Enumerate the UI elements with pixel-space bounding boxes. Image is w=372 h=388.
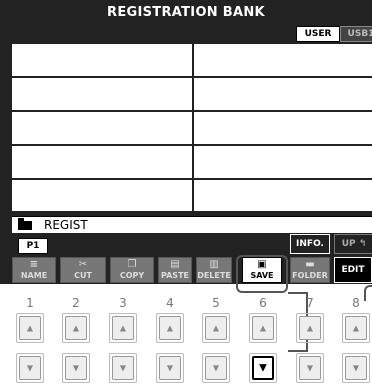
edit-button[interactable]: EDIT	[334, 257, 372, 283]
edit-button-label: EDIT	[341, 265, 365, 275]
cut-button-label: CUT	[74, 271, 92, 280]
path-bar: REGIST	[12, 216, 372, 233]
panel-number-3: 3	[119, 296, 127, 310]
lcd-screen: REGISTRATION BANK USER USB1 REGIST P1 IN…	[0, 0, 372, 284]
delete-button[interactable]: ▥ DELETE	[196, 257, 232, 283]
button-1-up[interactable]: ▲	[19, 316, 41, 340]
panel-number-4: 4	[166, 296, 174, 310]
cut-button[interactable]: ✂ CUT	[60, 257, 106, 283]
scissors-icon: ✂	[78, 259, 88, 270]
page-tab-p1[interactable]: P1	[18, 238, 48, 254]
panel-number-1: 1	[26, 296, 34, 310]
triangle-down-icon: ▼	[259, 362, 267, 374]
panel-number-2: 2	[72, 296, 80, 310]
copy-button[interactable]: ❐ COPY	[110, 257, 154, 283]
triangle-up-icon: ▲	[119, 323, 127, 333]
triangle-up-icon: ▲	[352, 323, 360, 333]
triangle-down-icon: ▼	[212, 363, 220, 373]
delete-icon: ▥	[209, 259, 219, 270]
button-6-down[interactable]: ▼	[252, 356, 274, 380]
button-6-up[interactable]: ▲	[252, 316, 274, 340]
button-7-down[interactable]: ▼	[299, 356, 321, 380]
paste-button[interactable]: ▤ PASTE	[158, 257, 192, 283]
button-4-down[interactable]: ▼	[159, 356, 181, 380]
column-divider	[192, 44, 194, 211]
triangle-up-icon: ▲	[306, 323, 314, 333]
button-3-up[interactable]: ▲	[112, 316, 134, 340]
folder-button-label: FOLDER	[292, 271, 328, 280]
file-list	[12, 44, 372, 211]
name-button-label: NAME	[20, 271, 48, 280]
panel-number-5: 5	[212, 296, 220, 310]
button-5-up[interactable]: ▲	[205, 316, 227, 340]
button-8-down[interactable]: ▼	[345, 356, 367, 380]
up-button-label: UP	[341, 239, 356, 249]
folder-icon: ▬	[305, 259, 315, 270]
delete-button-label: DELETE	[197, 271, 231, 280]
triangle-up-icon: ▲	[26, 323, 34, 333]
button-3-down[interactable]: ▼	[112, 356, 134, 380]
callout-connector	[288, 292, 308, 294]
button-8-up[interactable]: ▲	[345, 316, 367, 340]
panel-number-8: 8	[352, 296, 360, 310]
info-button[interactable]: INFO.	[290, 234, 330, 254]
triangle-down-icon: ▼	[306, 363, 314, 373]
button-2-up[interactable]: ▲	[65, 316, 87, 340]
triangle-down-icon: ▼	[26, 363, 34, 373]
screen-title: REGISTRATION BANK	[107, 5, 265, 20]
callout-connector	[288, 350, 308, 352]
triangle-up-icon: ▲	[212, 323, 220, 333]
tab-user[interactable]: USER	[296, 26, 340, 42]
up-button[interactable]: UP ↰	[334, 234, 372, 254]
name-button[interactable]: ≡ NAME	[12, 257, 56, 283]
folder-button[interactable]: ▬ FOLDER	[290, 257, 330, 283]
paste-button-label: PASTE	[160, 271, 189, 280]
button-7-up[interactable]: ▲	[299, 316, 321, 340]
triangle-down-icon: ▼	[166, 363, 174, 373]
panel-number-7: 7	[306, 296, 314, 310]
tab-usb1[interactable]: USB1	[340, 26, 372, 42]
up-arrow-icon: ↰	[358, 239, 367, 249]
triangle-down-icon: ▼	[119, 363, 127, 373]
triangle-down-icon: ▼	[352, 363, 360, 373]
panel-number-6: 6	[259, 296, 267, 310]
name-icon: ≡	[29, 259, 39, 270]
copy-button-label: COPY	[119, 271, 145, 280]
current-folder-name: REGIST	[44, 218, 88, 232]
copy-icon: ❐	[127, 259, 137, 270]
save-highlight-callout	[236, 255, 288, 293]
triangle-up-icon: ▲	[259, 323, 267, 333]
button-2-down[interactable]: ▼	[65, 356, 87, 380]
folder-icon	[18, 218, 32, 230]
triangle-up-icon: ▲	[166, 323, 174, 333]
button-4-up[interactable]: ▲	[159, 316, 181, 340]
button-1-down[interactable]: ▼	[19, 356, 41, 380]
triangle-down-icon: ▼	[72, 363, 80, 373]
triangle-up-icon: ▲	[72, 323, 80, 333]
button-5-down[interactable]: ▼	[205, 356, 227, 380]
paste-icon: ▤	[170, 259, 180, 270]
